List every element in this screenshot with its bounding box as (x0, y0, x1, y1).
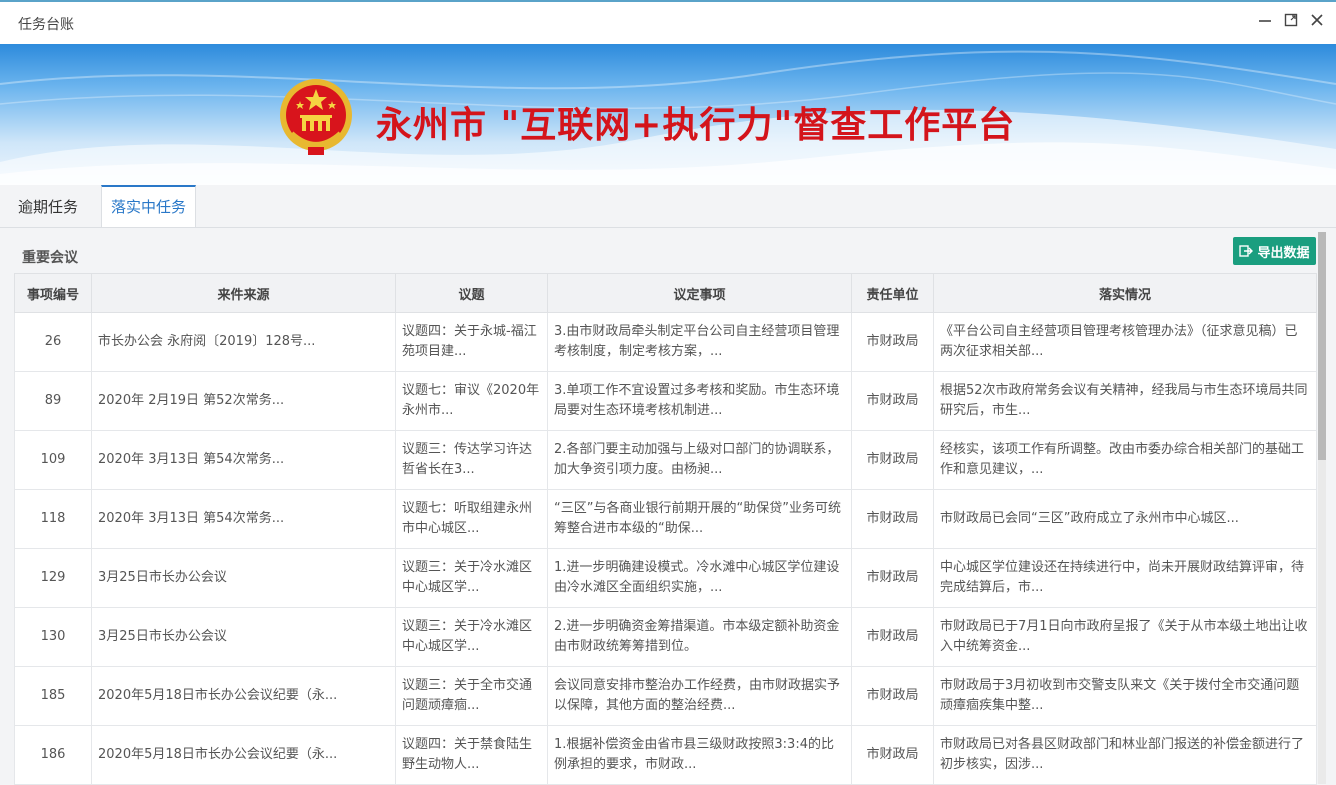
cell-id: 109 (14, 430, 92, 490)
cell-source: 市长办公会 永府阅〔2019〕128号... (91, 312, 396, 372)
cell-id: 130 (14, 607, 92, 667)
header-banner: 永州市 "互联网+执行力"督查工作平台 (0, 44, 1336, 185)
cell-source: 2020年 3月13日 第54次常务... (91, 489, 396, 549)
cell-id: 186 (14, 725, 92, 785)
cell-topic: 议题三：关于冷水滩区中心城区学... (395, 548, 548, 608)
cell-item: 3.由市财政局牵头制定平台公司自主经营项目管理考核制度，制定考核方案，... (547, 312, 852, 372)
cell-unit: 市财政局 (851, 666, 934, 726)
cell-topic: 议题三：关于全市交通问题顽瘴痼... (395, 666, 548, 726)
window-title: 任务台账 (18, 17, 74, 33)
table-row[interactable]: 109 2020年 3月13日 第54次常务... 议题三：传达学习许达哲省长在… (14, 430, 1317, 490)
cell-status: 市财政局已于7月1日向市政府呈报了《关于从市本级土地出让收入中统筹资金... (933, 607, 1317, 667)
table-row[interactable]: 186 2020年5月18日市长办公会议纪要（永... 议题四：关于禁食陆生野生… (14, 725, 1317, 785)
tab-in-progress-tasks[interactable]: 落实中任务 (101, 185, 197, 227)
column-header-unit[interactable]: 责任单位 (851, 273, 934, 313)
cell-id: 185 (14, 666, 92, 726)
cell-status: 市财政局于3月初收到市交警支队来文《关于拨付全市交通问题顽瘴痼疾集中整... (933, 666, 1317, 726)
column-header-id[interactable]: 事项编号 (14, 273, 92, 313)
cell-status: 中心城区学位建设还在持续进行中，尚未开展财政结算评审，待完成结算后，市... (933, 548, 1317, 608)
cell-item: 2.各部门要主动加强与上级对口部门的协调联系，加大争资引项力度。由杨昶... (547, 430, 852, 490)
cell-item: 1.进一步明确建设模式。冷水滩中心城区学位建设由冷水滩区全面组织实施，... (547, 548, 852, 608)
column-header-status[interactable]: 落实情况 (933, 273, 1317, 313)
section-title: 重要会议 (22, 250, 78, 266)
cell-source: 3月25日市长办公会议 (91, 548, 396, 608)
cell-unit: 市财政局 (851, 607, 934, 667)
cell-topic: 议题三：关于冷水滩区中心城区学... (395, 607, 548, 667)
cell-topic: 议题三：传达学习许达哲省长在3... (395, 430, 548, 490)
cell-item: “三区”与各商业银行前期开展的“助保贷”业务可统筹整合进市本级的“助保... (547, 489, 852, 549)
window-titlebar: 任务台账 (0, 0, 1336, 44)
main-content: 重要会议 导出数据 事项编号 来件来源 议题 议定事项 责任单位 落实情况 26 (0, 228, 1336, 785)
cell-status: 《平台公司自主经营项目管理考核管理办法》（征求意见稿）已两次征求相关部... (933, 312, 1317, 372)
scrollbar-thumb[interactable] (1318, 232, 1326, 460)
cell-source: 2020年5月18日市长办公会议纪要（永... (91, 725, 396, 785)
cell-source: 3月25日市长办公会议 (91, 607, 396, 667)
cell-unit: 市财政局 (851, 725, 934, 785)
cell-unit: 市财政局 (851, 430, 934, 490)
maximize-icon[interactable] (1282, 11, 1300, 29)
platform-title: 永州市 "互联网+执行力"督查工作平台 (376, 104, 1016, 146)
close-icon[interactable] (1308, 11, 1326, 29)
cell-source: 2020年 2月19日 第52次常务... (91, 371, 396, 431)
task-table: 事项编号 来件来源 议题 议定事项 责任单位 落实情况 26 市长办公会 永府阅… (14, 273, 1317, 785)
cell-item: 2.进一步明确资金筹措渠道。市本级定额补助资金由市财政统筹筹措到位。 (547, 607, 852, 667)
cell-topic: 议题七：审议《2020年永州市... (395, 371, 548, 431)
cell-id: 118 (14, 489, 92, 549)
tab-bar: 逾期任务 落实中任务 (0, 185, 1336, 228)
table-row[interactable]: 118 2020年 3月13日 第54次常务... 议题七：听取组建永州市中心城… (14, 489, 1317, 549)
cell-topic: 议题四：关于永城-福江苑项目建... (395, 312, 548, 372)
cell-unit: 市财政局 (851, 548, 934, 608)
national-emblem-icon (280, 79, 352, 155)
minimize-icon[interactable] (1256, 11, 1274, 29)
tab-overdue-tasks[interactable]: 逾期任务 (9, 185, 87, 227)
cell-status: 根据52次市政府常务会议有关精神，经我局与市生态环境局共同研究后，市生... (933, 371, 1317, 431)
cell-id: 89 (14, 371, 92, 431)
column-header-item[interactable]: 议定事项 (547, 273, 852, 313)
cell-unit: 市财政局 (851, 312, 934, 372)
cell-status: 市财政局已会同“三区”政府成立了永州市中心城区... (933, 489, 1317, 549)
cell-status: 市财政局已对各县区财政部门和林业部门报送的补偿金额进行了初步核实，因涉... (933, 725, 1317, 785)
cell-source: 2020年 3月13日 第54次常务... (91, 430, 396, 490)
table-row[interactable]: 89 2020年 2月19日 第52次常务... 议题七：审议《2020年永州市… (14, 371, 1317, 431)
window-controls (1256, 11, 1326, 29)
cell-id: 129 (14, 548, 92, 608)
table-header-row: 事项编号 来件来源 议题 议定事项 责任单位 落实情况 (14, 273, 1317, 313)
column-header-source[interactable]: 来件来源 (91, 273, 396, 313)
export-icon (1239, 245, 1254, 257)
cell-source: 2020年5月18日市长办公会议纪要（永... (91, 666, 396, 726)
export-data-button[interactable]: 导出数据 (1233, 237, 1316, 265)
cell-item: 会议同意安排市整治办工作经费，由市财政据实予以保障，其他方面的整治经费... (547, 666, 852, 726)
column-header-topic[interactable]: 议题 (395, 273, 548, 313)
table-row[interactable]: 26 市长办公会 永府阅〔2019〕128号... 议题四：关于永城-福江苑项目… (14, 312, 1317, 372)
cell-status: 经核实，该项工作有所调整。改由市委办综合相关部门的基础工作和意见建议，... (933, 430, 1317, 490)
cell-unit: 市财政局 (851, 489, 934, 549)
export-data-label: 导出数据 (1257, 245, 1310, 261)
cell-topic: 议题七：听取组建永州市中心城区... (395, 489, 548, 549)
cell-topic: 议题四：关于禁食陆生野生动物人... (395, 725, 548, 785)
cell-unit: 市财政局 (851, 371, 934, 431)
cell-item: 1.根据补偿资金由省市县三级财政按照3:3:4的比例承担的要求，市财政... (547, 725, 852, 785)
cell-item: 3.单项工作不宜设置过多考核和奖励。市生态环境局要对生态环境考核机制进... (547, 371, 852, 431)
cell-id: 26 (14, 312, 92, 372)
table-row[interactable]: 129 3月25日市长办公会议 议题三：关于冷水滩区中心城区学... 1.进一步… (14, 548, 1317, 608)
table-row[interactable]: 130 3月25日市长办公会议 议题三：关于冷水滩区中心城区学... 2.进一步… (14, 607, 1317, 667)
vertical-scrollbar[interactable] (1318, 232, 1326, 784)
table-row[interactable]: 185 2020年5月18日市长办公会议纪要（永... 议题三：关于全市交通问题… (14, 666, 1317, 726)
